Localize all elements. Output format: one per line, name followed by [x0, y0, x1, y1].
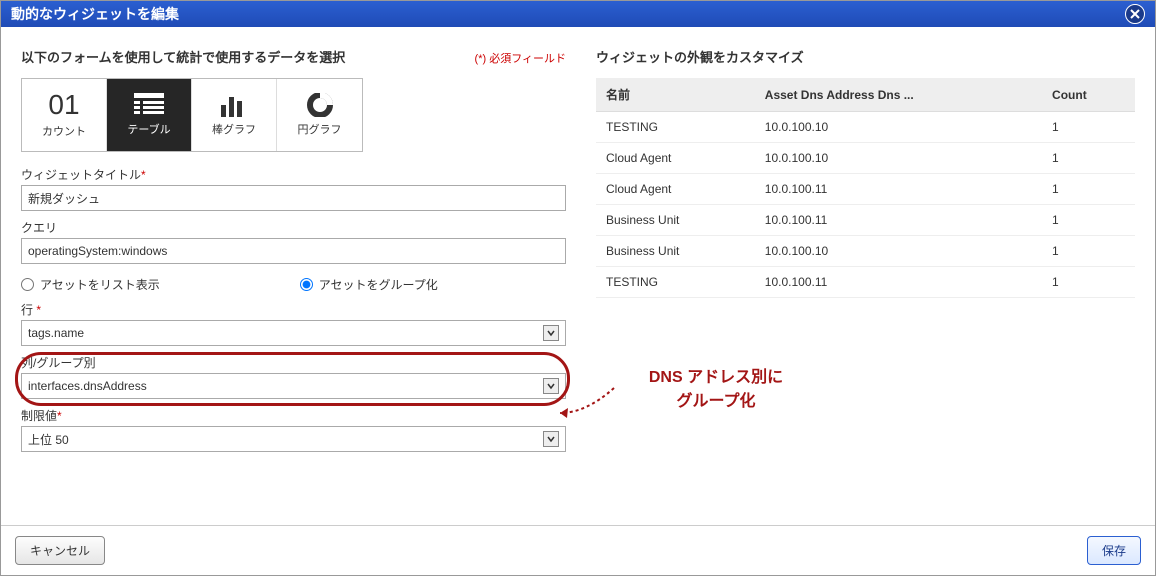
required-fields-note: (*) 必須フィールド: [475, 50, 566, 66]
row-field-label: 行 *: [21, 301, 566, 318]
radio-list-assets[interactable]: アセットをリスト表示: [21, 276, 160, 293]
close-icon: [1130, 9, 1140, 19]
table-cell: 1: [1042, 112, 1135, 143]
annotation-callout: DNS アドレス別に グループ化: [586, 366, 846, 414]
annotation-line1: DNS アドレス別に: [586, 366, 846, 390]
table-cell: 10.0.100.10: [755, 143, 1042, 174]
table-cell: 1: [1042, 174, 1135, 205]
table-row: Business Unit10.0.100.101: [596, 236, 1135, 267]
table-cell: 10.0.100.11: [755, 174, 1042, 205]
widget-type-count[interactable]: 01 カウント: [22, 79, 107, 151]
table-header-row: 名前 Asset Dns Address Dns ... Count: [596, 78, 1135, 112]
dialog-titlebar: 動的なウィジェットを編集: [1, 1, 1155, 27]
column-select[interactable]: interfaces.dnsAddress: [21, 373, 566, 399]
widget-type-label: テーブル: [127, 121, 170, 137]
col-header-address: Asset Dns Address Dns ...: [755, 78, 1042, 112]
table-cell: Business Unit: [596, 205, 755, 236]
close-button[interactable]: [1125, 4, 1145, 24]
radio-group-assets[interactable]: アセットをグループ化: [300, 276, 438, 293]
annotation-line2: グループ化: [586, 390, 846, 414]
query-label: クエリ: [21, 219, 566, 236]
limit-select[interactable]: 上位 50: [21, 426, 566, 452]
table-cell: Business Unit: [596, 236, 755, 267]
preview-heading: ウィジェットの外観をカスタマイズ: [596, 47, 804, 66]
table-cell: 1: [1042, 205, 1135, 236]
table-cell: 10.0.100.10: [755, 236, 1042, 267]
widget-type-picker: 01 カウント テーブル: [21, 78, 363, 152]
count-icon: 01: [48, 91, 79, 119]
dialog-title: 動的なウィジェットを編集: [11, 4, 179, 24]
radio-group-input[interactable]: [300, 278, 313, 291]
chevron-down-icon: [543, 431, 559, 447]
pie-chart-icon: [305, 93, 335, 117]
table-cell: Cloud Agent: [596, 174, 755, 205]
save-button[interactable]: 保存: [1087, 536, 1141, 565]
form-heading: 以下のフォームを使用して統計で使用するデータを選択: [21, 47, 345, 66]
table-cell: 10.0.100.11: [755, 205, 1042, 236]
radio-list-label: アセットをリスト表示: [40, 276, 160, 293]
column-field-label: 列/グループ別: [21, 354, 566, 371]
table-row: TESTING10.0.100.101: [596, 112, 1135, 143]
table-row: Cloud Agent10.0.100.111: [596, 174, 1135, 205]
radio-group-label: アセットをグループ化: [319, 276, 438, 293]
table-row: Cloud Agent10.0.100.101: [596, 143, 1135, 174]
row-select[interactable]: tags.name: [21, 320, 566, 346]
dialog-footer: キャンセル 保存: [1, 525, 1155, 575]
table-icon: [134, 93, 164, 117]
table-row: TESTING10.0.100.111: [596, 267, 1135, 298]
table-cell: 1: [1042, 267, 1135, 298]
widget-type-label: カウント: [42, 123, 86, 139]
table-cell: TESTING: [596, 267, 755, 298]
table-cell: 10.0.100.11: [755, 267, 1042, 298]
col-header-name: 名前: [596, 78, 755, 112]
widget-type-label: 円グラフ: [298, 121, 342, 137]
widget-type-pie[interactable]: 円グラフ: [277, 79, 362, 151]
cancel-button[interactable]: キャンセル: [15, 536, 105, 565]
radio-list-input[interactable]: [21, 278, 34, 291]
preview-panel: ウィジェットの外観をカスタマイズ 名前 Asset Dns Address Dn…: [596, 47, 1135, 525]
limit-select-value: 上位 50: [28, 431, 69, 448]
limit-field-label: 制限値*: [21, 407, 566, 424]
edit-widget-dialog: 動的なウィジェットを編集 以下のフォームを使用して統計で使用するデータを選択 (…: [0, 0, 1156, 576]
bar-chart-icon: [219, 93, 249, 117]
preview-table: 名前 Asset Dns Address Dns ... Count TESTI…: [596, 78, 1135, 298]
column-select-value: interfaces.dnsAddress: [28, 379, 147, 393]
annotation-arrow-icon: [556, 388, 616, 418]
table-cell: 1: [1042, 236, 1135, 267]
widget-type-bar[interactable]: 棒グラフ: [192, 79, 277, 151]
query-input[interactable]: [21, 238, 566, 264]
widget-type-label: 棒グラフ: [212, 121, 256, 137]
table-cell: 10.0.100.10: [755, 112, 1042, 143]
widget-type-table[interactable]: テーブル: [107, 79, 192, 151]
table-cell: TESTING: [596, 112, 755, 143]
col-header-count: Count: [1042, 78, 1135, 112]
row-select-value: tags.name: [28, 326, 84, 340]
chevron-down-icon: [543, 325, 559, 341]
table-row: Business Unit10.0.100.111: [596, 205, 1135, 236]
widget-title-label: ウィジェットタイトル*: [21, 166, 566, 183]
table-cell: 1: [1042, 143, 1135, 174]
widget-title-input[interactable]: [21, 185, 566, 211]
form-panel: 以下のフォームを使用して統計で使用するデータを選択 (*) 必須フィールド 01…: [21, 47, 566, 525]
table-cell: Cloud Agent: [596, 143, 755, 174]
